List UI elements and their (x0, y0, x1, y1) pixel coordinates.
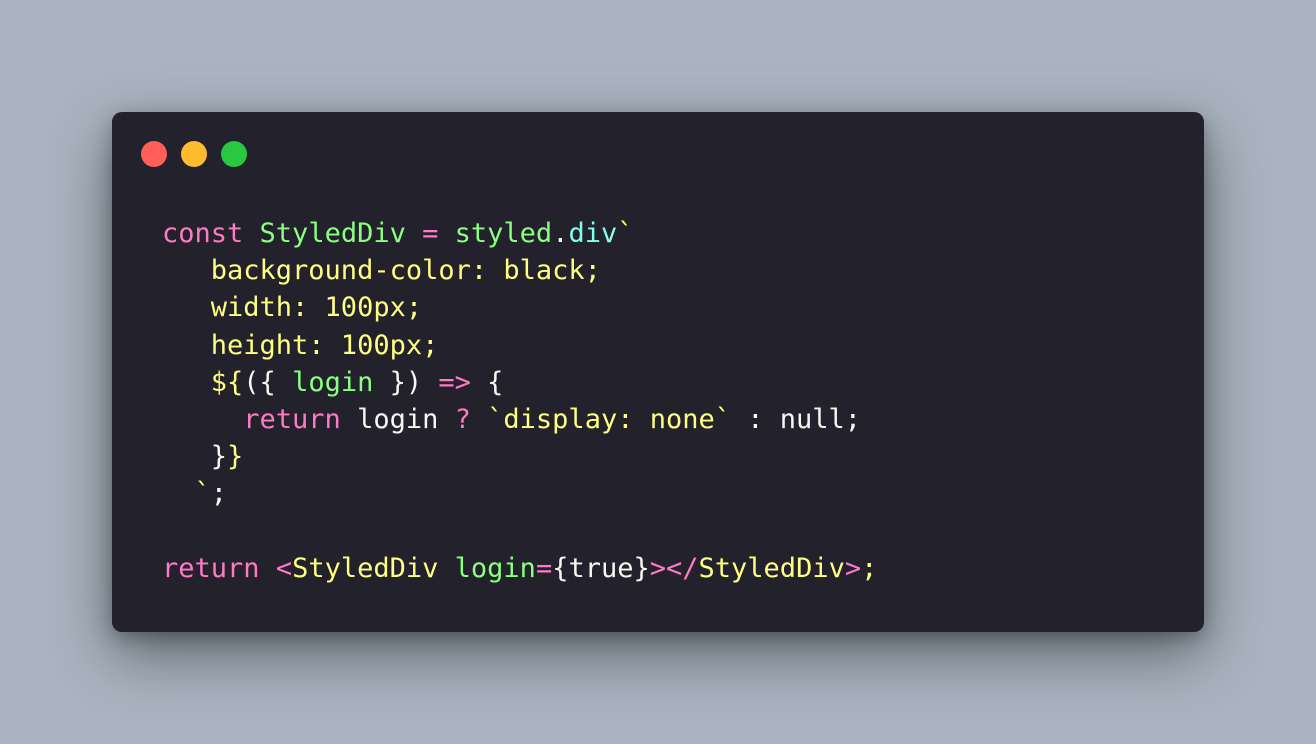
code-window: const StyledDiv = styled.div` background… (112, 112, 1204, 632)
code-token: ` (617, 218, 634, 249)
code-token: const (162, 218, 244, 249)
close-button[interactable] (141, 141, 167, 167)
maximize-button[interactable] (221, 141, 247, 167)
code-token: login (340, 403, 455, 435)
code-token: { (470, 366, 504, 398)
code-token: width: 100px; (162, 292, 423, 324)
code-line: ${({ login }) => { (162, 364, 877, 401)
code-token: } (162, 441, 228, 473)
code-token: ; (861, 552, 878, 584)
code-token: background-color: black; (162, 255, 601, 287)
code-token: ({ (243, 366, 293, 398)
code-token: = (535, 552, 553, 584)
code-line: background-color: black; (162, 252, 877, 289)
code-token: ? (454, 403, 471, 435)
code-token: login (292, 366, 374, 398)
code-token: : null; (731, 403, 862, 435)
code-token: `display: none` (487, 403, 731, 435)
code-token: {true} (552, 552, 650, 584)
code-line: const StyledDiv = styled.div` (162, 215, 877, 252)
code-token: div (568, 218, 618, 249)
code-token: }) (373, 366, 439, 398)
code-token: return (243, 403, 341, 435)
code-token: ${ (162, 366, 244, 398)
minimize-button[interactable] (181, 141, 207, 167)
code-token: . (552, 218, 569, 249)
code-token: login (454, 552, 536, 584)
code-token: ` (162, 478, 211, 510)
code-line: height: 100px; (162, 327, 877, 364)
code-token: styled (454, 218, 553, 249)
code-token: ></ (649, 552, 699, 584)
code-token: return (162, 552, 260, 584)
code-token: StyledDiv (259, 218, 406, 249)
code-line: width: 100px; (162, 289, 877, 326)
code-line: return <StyledDiv login={true}></StyledD… (162, 550, 877, 587)
code-line: `; (162, 475, 877, 512)
code-token: StyledDiv (292, 552, 439, 584)
code-token: ; (210, 478, 228, 510)
code-token: StyledDiv (698, 552, 845, 584)
code-token: } (227, 441, 244, 473)
window-controls (141, 141, 247, 167)
code-line: return login ? `display: none` : null; (162, 401, 877, 438)
code-line: }} (162, 438, 877, 475)
code-token: < (275, 552, 293, 584)
code-token: > (844, 552, 862, 584)
code-block: const StyledDiv = styled.div` background… (162, 215, 877, 587)
code-token: height: 100px; (162, 329, 439, 361)
code-token: = (422, 218, 439, 249)
code-token: => (438, 366, 471, 398)
